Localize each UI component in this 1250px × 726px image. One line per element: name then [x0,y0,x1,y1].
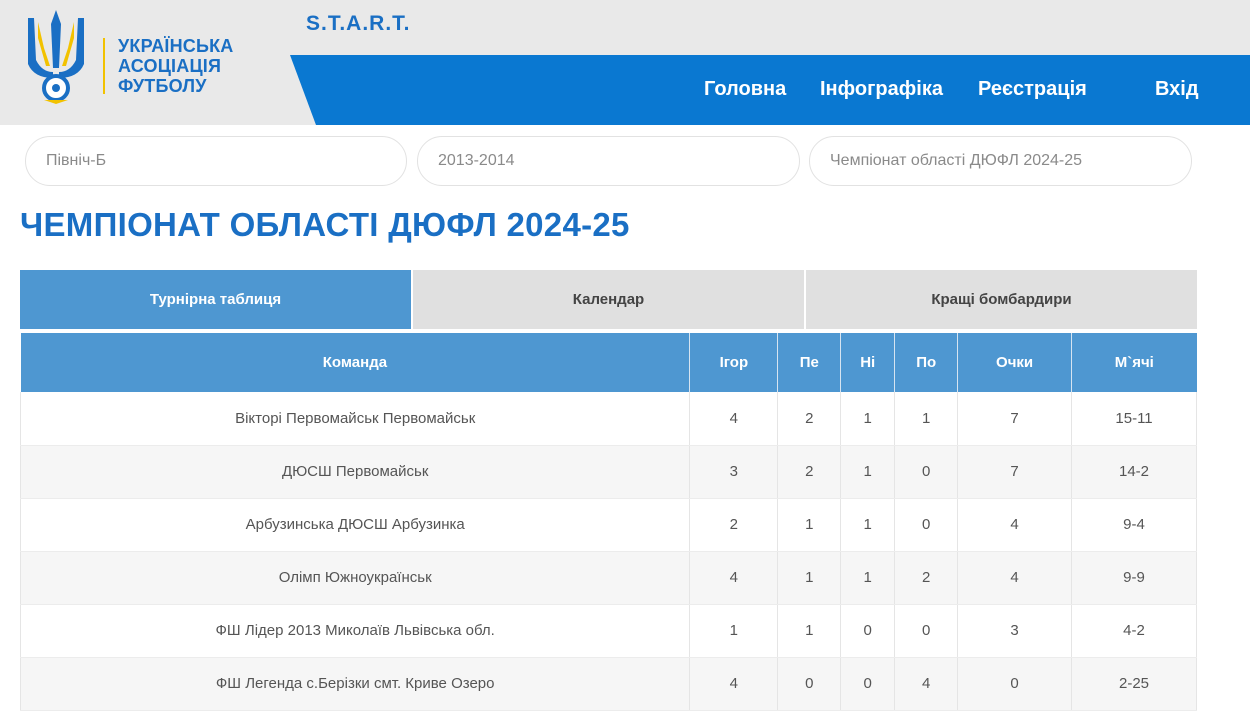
logo-text[interactable]: УКРАЇНСЬКА АСОЦІАЦІЯ ФУТБОЛУ [118,36,234,96]
column-header-draws[interactable]: Ні [840,333,896,392]
column-header-games[interactable]: Ігор [689,333,779,392]
wins-cell: 2 [777,392,842,446]
logo-line-2: АСОЦІАЦІЯ [118,56,222,76]
goals-cell: 15-11 [1071,392,1197,446]
games-cell: 2 [689,498,779,552]
site-header: УКРАЇНСЬКА АСОЦІАЦІЯ ФУТБОЛУ S.T.A.R.T. … [0,0,1250,125]
draws-cell: 0 [840,657,896,711]
page-title: ЧЕМПІОНАТ ОБЛАСТІ ДЮФЛ 2024-25 [20,206,630,243]
uaf-trident-logo-icon[interactable] [20,8,92,104]
logo-line-1: УКРАЇНСЬКА [118,36,234,56]
wins-cell: 1 [777,604,842,658]
losses-cell: 1 [894,392,959,446]
goals-cell: 14-2 [1071,445,1197,499]
draws-cell: 1 [840,551,896,605]
team-name-cell[interactable]: ДЮСШ Первомайськ [19,445,691,499]
games-cell: 3 [689,445,779,499]
points-cell: 3 [957,604,1073,658]
column-header-losses[interactable]: По [894,333,959,392]
team-name-cell[interactable]: ФШ Легенда с.Берізки смт. Криве Озеро [19,657,691,711]
filter-tournament-select[interactable]: Чемпіонат області ДЮФЛ 2024-25 [809,136,1192,186]
table-row: Вікторі Первомайськ Первомайськ 4 2 1 1 … [19,392,1197,446]
losses-cell: 4 [894,657,959,711]
losses-cell: 0 [894,604,959,658]
losses-cell: 0 [894,445,959,499]
table-row: Олімп Южноукраїнськ 4 1 1 2 4 9-9 [19,551,1197,605]
games-cell: 1 [689,604,779,658]
wins-cell: 0 [777,657,842,711]
points-cell: 4 [957,551,1073,605]
table-row: ФШ Легенда с.Берізки смт. Криве Озеро 4 … [19,657,1197,711]
draws-cell: 1 [840,498,896,552]
goals-cell: 2-25 [1071,657,1197,711]
points-cell: 0 [957,657,1073,711]
points-cell: 4 [957,498,1073,552]
tab-top-scorers[interactable]: Кращі бомбардири [806,270,1197,329]
tab-standings[interactable]: Турнірна таблиця [20,270,411,329]
goals-cell: 4-2 [1071,604,1197,658]
draws-cell: 1 [840,445,896,499]
table-row: Арбузинська ДЮСШ Арбузинка 2 1 1 0 4 9-4 [19,498,1197,552]
games-cell: 4 [689,657,779,711]
draws-cell: 1 [840,392,896,446]
nav-login[interactable]: Вхід [1155,78,1199,101]
team-name-cell[interactable]: ФШ Лідер 2013 Миколаїв Львівська обл. [19,604,691,658]
nav-home[interactable]: Головна [704,78,786,101]
losses-cell: 0 [894,498,959,552]
team-name-cell[interactable]: Вікторі Первомайськ Первомайськ [19,392,691,446]
table-row: ДЮСШ Первомайськ 3 2 1 0 7 14-2 [19,445,1197,499]
standings-table: Команда Ігор Пе Ні По Очки М`ячі Вікторі… [19,333,1197,711]
brand-title[interactable]: S.T.A.R.T. [306,12,411,36]
column-header-goals[interactable]: М`ячі [1071,333,1197,392]
team-name-cell[interactable]: Арбузинська ДЮСШ Арбузинка [19,498,691,552]
draws-cell: 0 [840,604,896,658]
losses-cell: 2 [894,551,959,605]
column-header-wins[interactable]: Пе [777,333,842,392]
games-cell: 4 [689,551,779,605]
team-name-cell[interactable]: Олімп Южноукраїнськ [19,551,691,605]
tab-calendar[interactable]: Календар [413,270,804,329]
wins-cell: 2 [777,445,842,499]
nav-registration[interactable]: Реєстрація [978,78,1087,101]
column-header-team[interactable]: Команда [20,333,691,392]
nav-infographics[interactable]: Інфографіка [820,78,943,101]
wins-cell: 1 [777,498,842,552]
table-row: ФШ Лідер 2013 Миколаїв Львівська обл. 1 … [19,604,1197,658]
filter-age-select[interactable]: 2013-2014 [417,136,800,186]
table-header-row: Команда Ігор Пе Ні По Очки М`ячі [20,333,1197,392]
column-header-points[interactable]: Очки [957,333,1073,392]
filter-region-select[interactable]: Північ-Б [25,136,407,186]
points-cell: 7 [957,392,1073,446]
logo-divider [103,38,105,94]
logo-line-3: ФУТБОЛУ [118,76,207,96]
goals-cell: 9-4 [1071,498,1197,552]
points-cell: 7 [957,445,1073,499]
games-cell: 4 [689,392,779,446]
wins-cell: 1 [777,551,842,605]
goals-cell: 9-9 [1071,551,1197,605]
